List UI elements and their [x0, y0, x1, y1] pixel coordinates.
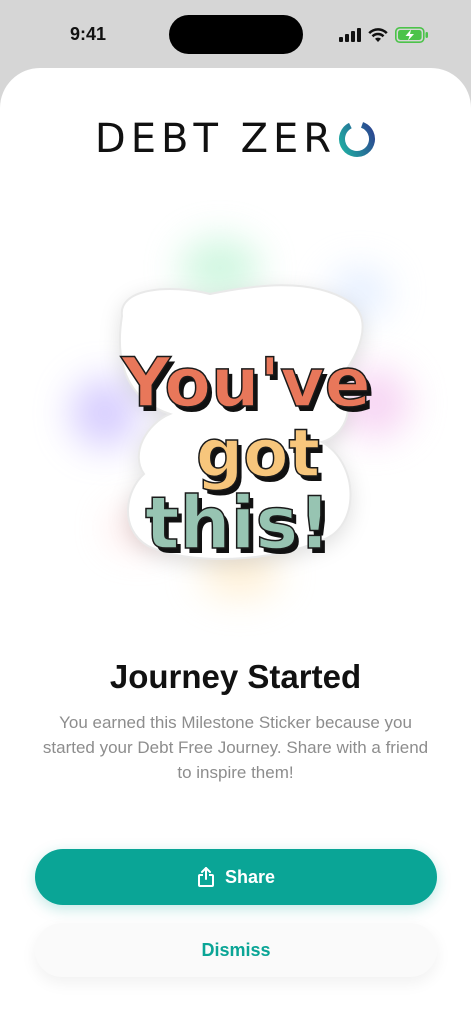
signal-icon — [339, 28, 361, 42]
milestone-title: Journey Started — [109, 658, 362, 695]
wifi-icon — [368, 27, 388, 42]
status-time: 9:41 — [70, 24, 107, 44]
sticker-art: You've You've got got this! this! — [119, 284, 375, 570]
status-bar: 9:41 — [0, 0, 471, 68]
milestone-sticker: You've You've got got this! this! — [60, 228, 420, 608]
share-label: Share — [224, 866, 276, 887]
dismiss-button[interactable]: Dismiss — [35, 923, 437, 977]
status-icons — [339, 26, 429, 44]
milestone-description: You earned this Milestone Sticker becaus… — [42, 713, 429, 782]
brand-logo: DEBT ZER — [0, 116, 471, 162]
logo-ring-icon — [339, 121, 376, 157]
battery-charging-icon — [395, 27, 428, 43]
dynamic-island — [169, 15, 303, 54]
share-button[interactable]: Share — [35, 849, 437, 905]
logo-text: DEBT ZER — [94, 116, 337, 162]
share-icon — [197, 867, 214, 887]
sticker-line3: this! — [145, 481, 331, 565]
milestone-sheet: DEBT ZER You've You've got got this! thi… — [0, 68, 471, 1024]
dismiss-label: Dismiss — [201, 939, 271, 960]
sticker-line1: You've — [120, 344, 370, 423]
